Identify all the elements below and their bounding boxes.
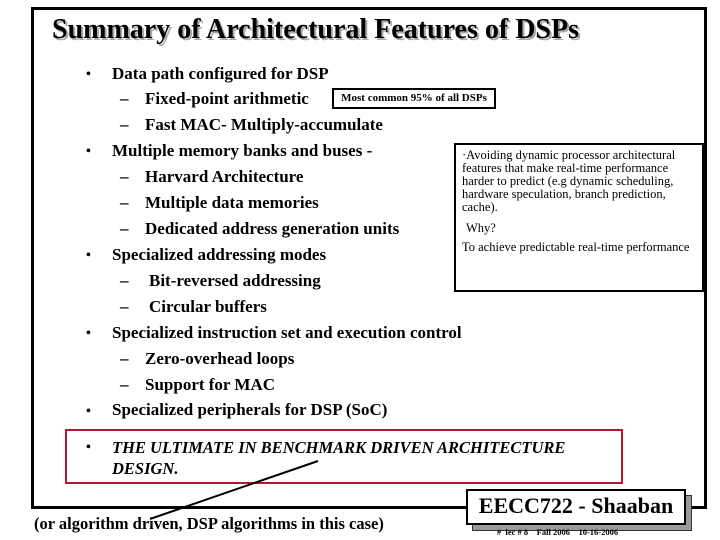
slide-title: Summary of Architectural Features of DSP…	[52, 14, 579, 45]
dash-icon: –	[120, 193, 129, 212]
bullet-icon: •	[86, 326, 91, 341]
fixed-point-note: Most common 95% of all DSPs	[332, 88, 496, 109]
subitem-harvard: Harvard Architecture	[145, 167, 304, 186]
subitem-address-generation: Dedicated address generation units	[145, 219, 400, 238]
subitem-zero-overhead: Zero-overhead loops	[145, 349, 295, 368]
dash-icon: –	[120, 271, 129, 290]
subitem-fixed-point: Fixed-point arithmetic	[145, 89, 309, 108]
bullet-data-path: Data path configured for DSP	[112, 64, 329, 83]
side-note-box: ·Avoiding dynamic processor architectura…	[454, 143, 704, 292]
footer-meta: # lec # 8 Fall 2006 10-16-2006	[497, 527, 619, 537]
subitem-circular-buffers: Circular buffers	[149, 297, 267, 316]
bullet-icon: •	[86, 440, 91, 455]
callout-caption: (or algorithm driven, DSP algorithms in …	[34, 514, 384, 533]
subitem-support-mac: Support for MAC	[145, 375, 276, 394]
bullet-memory-banks: Multiple memory banks and buses -	[112, 141, 373, 160]
dash-icon: –	[120, 219, 129, 238]
bullet-instruction-set: Specialized instruction set and executio…	[112, 323, 462, 342]
bullet-addressing-modes: Specialized addressing modes	[112, 245, 327, 264]
bullet-peripherals: Specialized peripherals for DSP (SoC)	[112, 400, 388, 419]
dash-icon: –	[120, 375, 129, 394]
subitem-data-memories: Multiple data memories	[145, 193, 319, 212]
side-note-question: Why?	[466, 221, 496, 235]
dash-icon: –	[120, 115, 129, 134]
bullet-icon: •	[86, 404, 91, 419]
dash-icon: –	[120, 89, 129, 108]
dash-icon: –	[120, 167, 129, 186]
dash-icon: –	[120, 297, 129, 316]
dash-icon: –	[120, 349, 129, 368]
bullet-icon: •	[86, 248, 91, 263]
highlight-text: THE ULTIMATE IN BENCHMARK DRIVEN ARCHITE…	[112, 438, 566, 478]
bullet-icon: •	[86, 144, 91, 159]
subitem-bit-reversed: Bit-reversed addressing	[149, 271, 321, 290]
side-note-paragraph: ·Avoiding dynamic processor architectura…	[462, 148, 676, 214]
subitem-fast-mac: Fast MAC- Multiply-accumulate	[145, 115, 383, 134]
side-note-answer: To achieve predictable real-time perform…	[462, 240, 690, 254]
course-label: EECC722 - Shaaban	[466, 489, 686, 525]
bullet-icon: •	[86, 67, 91, 82]
